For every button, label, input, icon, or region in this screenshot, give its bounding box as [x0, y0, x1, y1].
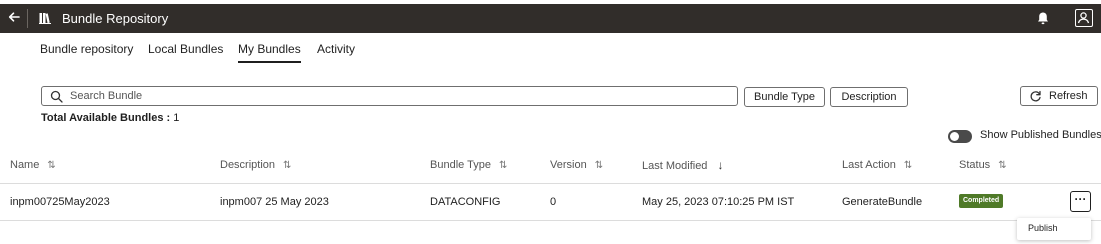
menu-item-publish[interactable]: Publish: [1028, 223, 1058, 234]
toggle-knob: [950, 132, 959, 141]
column-header-bundle-type[interactable]: Bundle Type ⇅: [430, 159, 507, 172]
column-header-name[interactable]: Name ⇅: [10, 159, 56, 172]
sort-descending-icon: ↓: [717, 158, 724, 172]
app-header: Bundle Repository: [0, 4, 1101, 33]
total-bundles-label: Total Available Bundles :: [41, 112, 171, 124]
header-divider: [27, 9, 28, 28]
description-filter-button[interactable]: Description: [830, 87, 908, 107]
tab-bundle-repository[interactable]: Bundle repository: [40, 42, 133, 57]
cell-name: inpm00725May2023: [10, 196, 110, 208]
cell-last-action: GenerateBundle: [842, 196, 923, 208]
sort-icon: ⇅: [283, 160, 292, 171]
cell-last-modified: May 25, 2023 07:10:25 PM IST: [642, 196, 795, 208]
total-bundles-count: 1: [173, 112, 180, 124]
status-badge: Completed: [959, 194, 1004, 208]
bundle-type-filter-button[interactable]: Bundle Type: [744, 87, 825, 107]
row-actions-menu: Publish: [1017, 218, 1091, 240]
show-published-toggle[interactable]: [948, 130, 972, 143]
sort-icon: ⇅: [594, 160, 604, 171]
column-header-label: Version: [550, 159, 587, 171]
sort-icon: ⇅: [498, 160, 508, 171]
tab-local-bundles[interactable]: Local Bundles: [148, 42, 223, 57]
sort-icon: ⇅: [998, 160, 1007, 171]
user-silhouette-icon: [1077, 12, 1090, 24]
column-header-last-action[interactable]: Last Action ⇅: [842, 159, 912, 172]
library-icon: [39, 13, 51, 24]
search-input[interactable]: [70, 88, 730, 104]
table-row-divider: [0, 220, 1101, 221]
search-icon: [50, 90, 63, 103]
sort-icon: ⇅: [903, 160, 913, 171]
user-avatar-icon[interactable]: [1075, 9, 1093, 27]
table-header-divider: [0, 183, 1101, 184]
column-header-version[interactable]: Version ⇅: [550, 159, 603, 172]
show-published-label: Show Published Bundles: [980, 129, 1101, 141]
cell-version: 0: [550, 196, 557, 208]
column-header-label: Description: [220, 159, 276, 171]
column-header-label: Last Modified: [642, 160, 708, 172]
ellipsis-icon: ···: [1074, 192, 1087, 206]
sort-icon: ⇅: [47, 160, 56, 171]
page-title: Bundle Repository: [62, 11, 169, 26]
tab-activity[interactable]: Activity: [317, 42, 355, 57]
column-header-description[interactable]: Description ⇅: [220, 159, 291, 172]
refresh-button[interactable]: Refresh: [1020, 86, 1098, 106]
column-header-status[interactable]: Status ⇅: [959, 159, 1007, 172]
column-header-last-modified[interactable]: Last Modified ↓: [642, 159, 723, 173]
arrow-left-icon: [8, 12, 20, 22]
tab-my-bundles[interactable]: My Bundles: [238, 42, 301, 63]
cell-description: inpm007 25 May 2023: [220, 196, 329, 208]
back-button[interactable]: [6, 10, 22, 26]
row-actions-button[interactable]: ···: [1070, 191, 1091, 212]
search-box: [41, 86, 738, 106]
cell-bundle-type: DATACONFIG: [430, 196, 501, 208]
total-bundles: Total Available Bundles : 1: [41, 112, 179, 125]
column-header-label: Last Action: [842, 159, 896, 171]
refresh-icon: [1030, 90, 1041, 102]
refresh-label: Refresh: [1049, 90, 1088, 102]
bell-icon[interactable]: [1036, 11, 1050, 26]
column-header-label: Status: [959, 159, 991, 171]
column-header-label: Bundle Type: [430, 159, 491, 171]
column-header-label: Name: [10, 159, 40, 171]
